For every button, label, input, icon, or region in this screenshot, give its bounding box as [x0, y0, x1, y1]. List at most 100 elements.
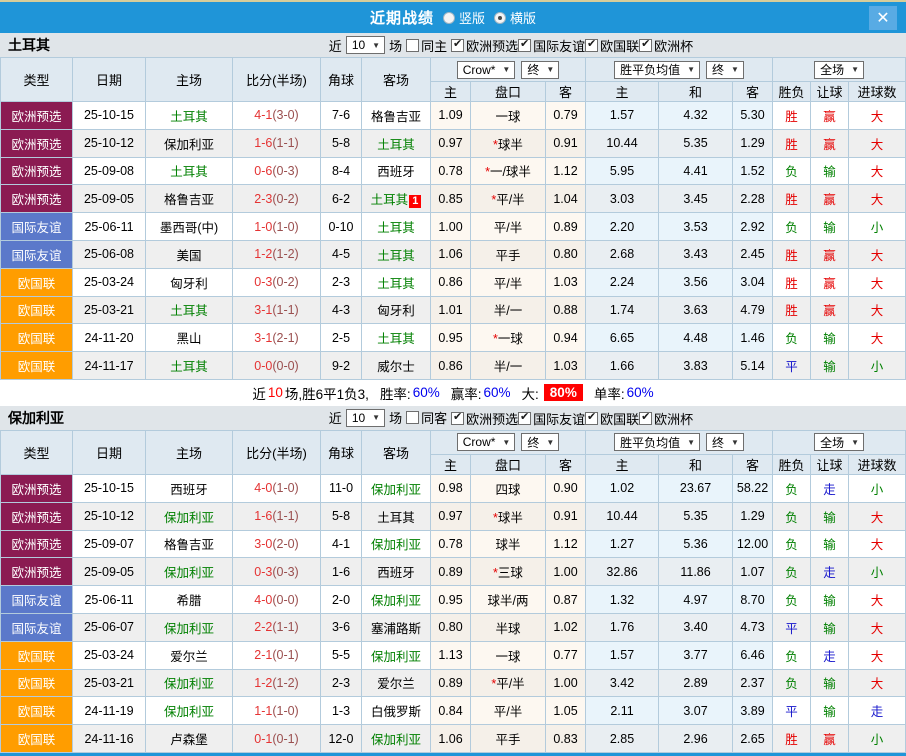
match-type-badge: 欧洲预选	[1, 502, 73, 530]
away-team: 土耳其	[362, 240, 431, 268]
avg-home-odds: 3.03	[586, 185, 659, 213]
handicap-away-odds: 0.91	[546, 129, 586, 157]
result-goals: 小	[849, 474, 906, 502]
final-odds-select-2[interactable]: 终▼	[706, 433, 744, 451]
handicap-home-odds: 0.80	[431, 613, 471, 641]
league-checkbox[interactable]: 欧国联	[585, 409, 639, 428]
match-score: 0-3(0-2)	[233, 268, 321, 296]
layout-vertical-radio[interactable]: 竖版	[443, 8, 485, 27]
match-date: 25-03-24	[73, 641, 146, 669]
same-venue-checkbox[interactable]: 同客	[406, 408, 447, 427]
checkbox-icon	[585, 412, 598, 425]
match-row: 欧国联 25-03-21 保加利亚 1-2(1-2) 2-3 爱尔兰 0.89 …	[1, 669, 906, 697]
chevron-down-icon: ▼	[687, 65, 695, 74]
final-odds-select-1[interactable]: 终▼	[521, 433, 559, 451]
scope-select[interactable]: 全场▼	[814, 433, 864, 451]
corner-score: 2-3	[321, 669, 362, 697]
avg-draw-odds: 5.36	[659, 530, 733, 558]
handicap-away-odds: 0.79	[546, 102, 586, 130]
bookmaker-select[interactable]: Crow*▼	[457, 433, 516, 451]
match-type-badge: 欧洲预选	[1, 185, 73, 213]
league-checkbox[interactable]: 欧洲杯	[639, 36, 693, 55]
handicap-home-odds: 0.95	[431, 586, 471, 614]
league-checkbox-group: 欧洲预选国际友谊欧国联欧洲杯	[451, 408, 693, 428]
result-handicap: 输	[811, 352, 849, 380]
average-odds-select[interactable]: 胜平负均值▼	[614, 61, 700, 79]
corner-score: 8-4	[321, 157, 362, 185]
match-score: 4-0(0-0)	[233, 586, 321, 614]
close-button[interactable]: ✕	[869, 6, 897, 30]
league-checkbox[interactable]: 国际友谊	[518, 36, 585, 55]
checkbox-label: 欧洲预选	[466, 409, 518, 428]
match-score: 3-1(2-1)	[233, 324, 321, 352]
average-odds-select[interactable]: 胜平负均值▼	[614, 433, 700, 451]
final-odds-select-2[interactable]: 终▼	[706, 61, 744, 79]
league-checkbox[interactable]: 欧洲杯	[639, 409, 693, 428]
checkbox-label: 欧国联	[600, 409, 639, 428]
near-label: 近	[329, 36, 342, 55]
match-type-badge: 欧国联	[1, 697, 73, 725]
match-type-badge: 欧国联	[1, 641, 73, 669]
match-score: 0-0(0-0)	[233, 352, 321, 380]
match-count-select[interactable]: 10▼	[346, 36, 385, 54]
games-label: 场	[389, 36, 402, 55]
avg-draw-odds: 4.32	[659, 102, 733, 130]
home-team: 保加利亚	[146, 613, 233, 641]
col-date: 日期	[73, 430, 146, 474]
same-venue-checkbox[interactable]: 同主	[406, 36, 447, 55]
match-score: 1-1(1-0)	[233, 697, 321, 725]
match-count-select[interactable]: 10▼	[346, 409, 385, 427]
matches-table: 类型 日期 主场 比分(半场) 角球 客场 Crow*▼终▼ 胜平负均值▼终▼ …	[0, 430, 906, 753]
result-goals: 走	[849, 697, 906, 725]
handicap-away-odds: 0.88	[546, 296, 586, 324]
scope-select[interactable]: 全场▼	[814, 61, 864, 79]
col-avg-home: 主	[586, 454, 659, 474]
league-checkbox[interactable]: 欧国联	[585, 36, 639, 55]
col-type: 类型	[1, 58, 73, 102]
window-bottom-border	[0, 753, 906, 756]
final-odds-select-1[interactable]: 终▼	[521, 61, 559, 79]
bookmaker-select[interactable]: Crow*▼	[457, 61, 516, 79]
result-outcome: 平	[773, 352, 811, 380]
avg-away-odds: 8.70	[733, 586, 773, 614]
handicap-home-odds: 0.97	[431, 129, 471, 157]
corner-score: 2-3	[321, 268, 362, 296]
handicap-away-odds: 1.00	[546, 558, 586, 586]
layout-horizontal-radio[interactable]: 横版	[494, 8, 536, 27]
away-team: 土耳其	[362, 129, 431, 157]
avg-away-odds: 5.14	[733, 352, 773, 380]
col-handicap-away: 客	[546, 82, 586, 102]
team-filter-bar: 土耳其 近 10▼ 场 同主 欧洲预选国际友谊欧国联欧洲杯	[0, 33, 906, 57]
result-handicap: 走	[811, 558, 849, 586]
away-team: 爱尔兰	[362, 669, 431, 697]
handicap-away-odds: 1.00	[546, 669, 586, 697]
match-type-badge: 欧洲预选	[1, 530, 73, 558]
match-date: 25-03-21	[73, 296, 146, 324]
avg-draw-odds: 11.86	[659, 558, 733, 586]
away-team: 西班牙	[362, 157, 431, 185]
avg-draw-odds: 4.97	[659, 586, 733, 614]
corner-score: 5-5	[321, 641, 362, 669]
result-goals: 大	[849, 502, 906, 530]
corner-score: 9-2	[321, 352, 362, 380]
home-team: 保加利亚	[146, 129, 233, 157]
avg-away-odds: 1.46	[733, 324, 773, 352]
corner-score: 2-5	[321, 324, 362, 352]
corner-score: 5-8	[321, 502, 362, 530]
league-checkbox[interactable]: 欧洲预选	[451, 36, 518, 55]
match-date: 25-06-07	[73, 613, 146, 641]
checkbox-icon	[639, 412, 652, 425]
match-score: 3-1(1-1)	[233, 296, 321, 324]
handicap-line: *三球	[471, 558, 546, 586]
col-avg-away: 客	[733, 454, 773, 474]
league-checkbox[interactable]: 国际友谊	[518, 409, 585, 428]
result-goals: 大	[849, 613, 906, 641]
corner-score: 1-3	[321, 697, 362, 725]
home-team: 保加利亚	[146, 669, 233, 697]
handicap-line: *平/半	[471, 669, 546, 697]
league-checkbox[interactable]: 欧洲预选	[451, 409, 518, 428]
team-name: 保加利亚	[8, 408, 64, 428]
avg-home-odds: 2.85	[586, 725, 659, 753]
result-handicap: 输	[811, 697, 849, 725]
col-away: 客场	[362, 58, 431, 102]
